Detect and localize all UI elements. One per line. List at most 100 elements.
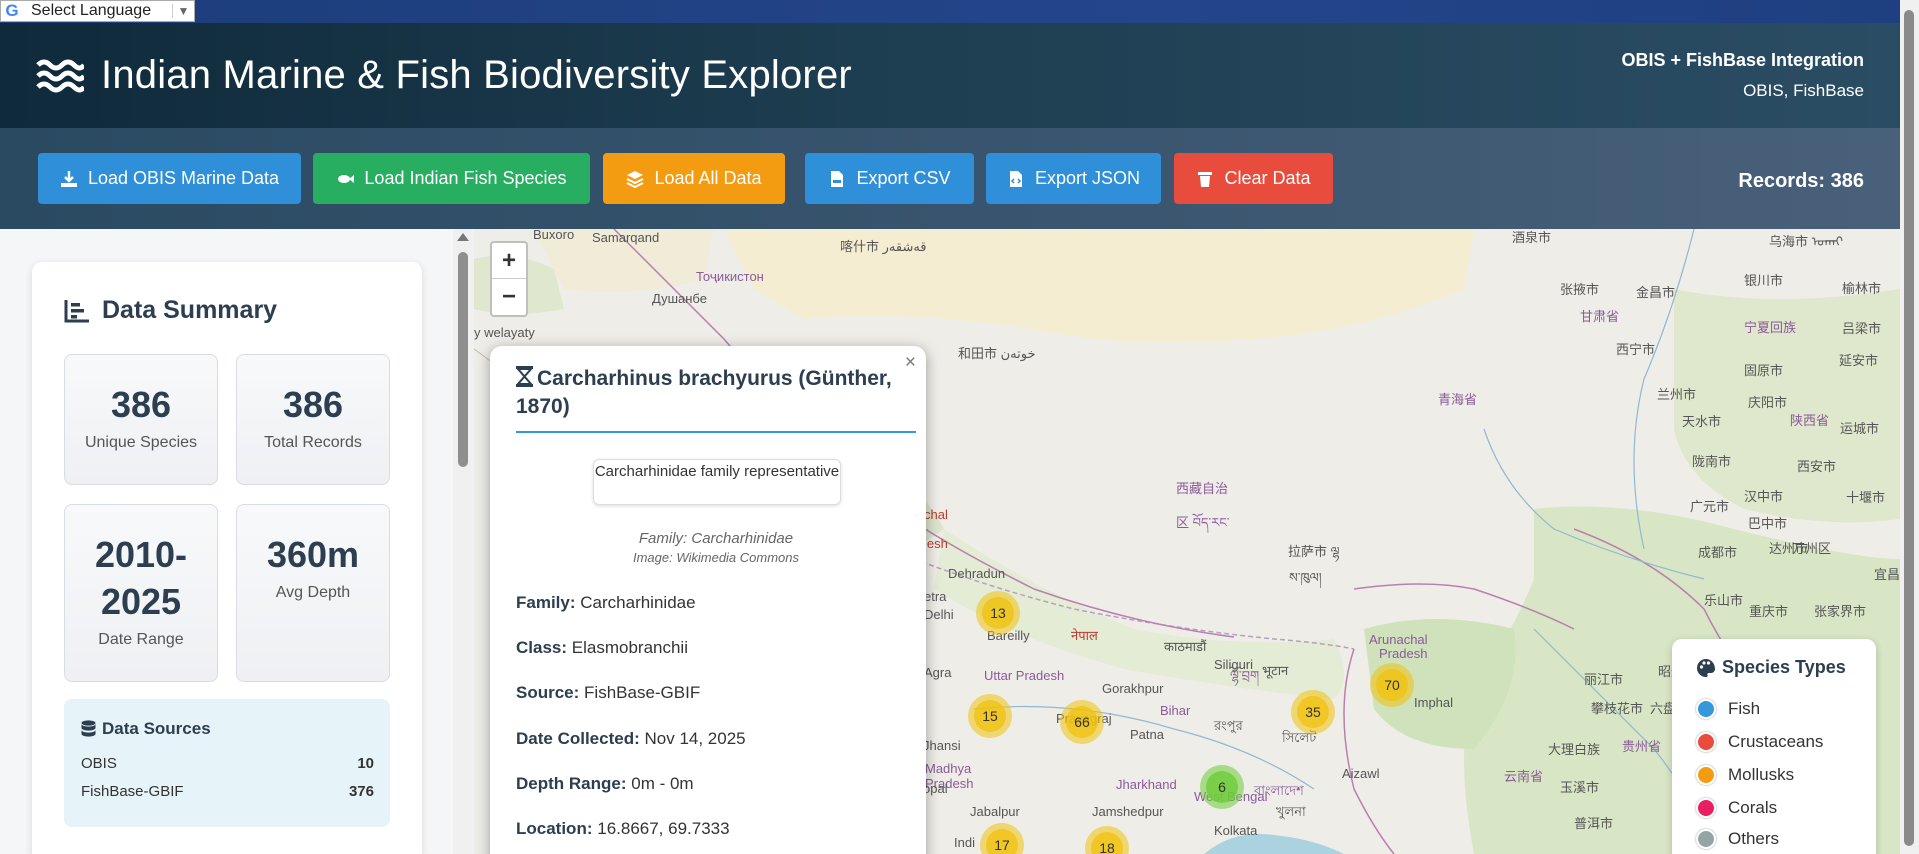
stat-total-records: 386 Total Records bbox=[236, 354, 390, 485]
cluster-count: 6 bbox=[1206, 771, 1238, 803]
popup-field-location: Location: 16.8667, 69.7333 bbox=[516, 819, 730, 839]
source-row-obis: OBIS 10 bbox=[81, 755, 374, 772]
data-sources-card: Data Sources OBIS 10 FishBase-GBIF 376 bbox=[64, 699, 390, 827]
field-value: 16.8667, 69.7333 bbox=[597, 819, 730, 838]
data-summary-heading: Data Summary bbox=[64, 296, 277, 325]
map-label: 陕西省 bbox=[1790, 413, 1830, 428]
page-scrollbar-thumb[interactable] bbox=[1904, 10, 1914, 846]
map-label: খুলনা bbox=[1276, 804, 1306, 819]
map-label: 天水市 bbox=[1682, 414, 1722, 429]
legend-item-crustaceans: Crustaceans bbox=[1696, 732, 1823, 752]
legend-dot bbox=[1696, 732, 1716, 752]
sources-label: OBIS, FishBase bbox=[1743, 81, 1864, 100]
legend-label: Crustaceans bbox=[1728, 732, 1824, 751]
map-cluster-marker[interactable]: 66 bbox=[1060, 700, 1104, 744]
cluster-count: 66 bbox=[1066, 706, 1098, 738]
map-label: ས་ཁུལ། bbox=[1289, 570, 1322, 585]
clear-data-button[interactable]: Clear Data bbox=[1174, 153, 1333, 204]
legend-title: Species Types bbox=[1722, 657, 1846, 677]
map-label: 成都市 bbox=[1698, 545, 1738, 560]
zoom-control: + − bbox=[490, 241, 528, 317]
species-name: Carcharhinus brachyurus (Günther, 1870) bbox=[516, 367, 892, 418]
map-label: 西藏自治 bbox=[1176, 481, 1229, 496]
stat-value: 386 bbox=[110, 384, 172, 425]
legend-dot bbox=[1696, 765, 1716, 785]
language-select[interactable]: G Select Language ▼ bbox=[0, 0, 195, 22]
map-label: काठमाडौं bbox=[1164, 639, 1207, 654]
source-name: FishBase-GBIF bbox=[81, 783, 184, 800]
map-label: Patna bbox=[1130, 727, 1164, 742]
data-summary-card: Data Summary 386 Unique Species 386 Tota… bbox=[32, 262, 422, 854]
chart-bar-icon bbox=[64, 299, 89, 322]
map-label: भूटान bbox=[1262, 663, 1289, 678]
field-label: Family: bbox=[516, 593, 576, 612]
google-logo-icon: G bbox=[5, 1, 19, 20]
palette-icon bbox=[1697, 658, 1715, 677]
map-label: 贵州省 bbox=[1622, 739, 1662, 754]
load-all-button[interactable]: Load All Data bbox=[603, 153, 785, 204]
map-label: 西宁市 bbox=[1616, 342, 1656, 357]
cluster-count: 70 bbox=[1376, 669, 1408, 701]
legend-item-corals: Corals bbox=[1696, 798, 1777, 818]
stat-value: 360m bbox=[266, 534, 360, 575]
map-label: 普洱市 bbox=[1574, 816, 1614, 831]
map-label: 银川市 bbox=[1744, 273, 1784, 288]
map-label: Buxoro bbox=[533, 229, 575, 242]
map-label: Jabalpur bbox=[970, 804, 1020, 819]
sidebar-scrollbar-thumb[interactable] bbox=[458, 252, 468, 467]
translate-bar bbox=[0, 0, 1919, 23]
map-label: 乐山市 bbox=[1704, 593, 1744, 608]
chevron-down-icon: ▼ bbox=[172, 4, 194, 18]
stat-unique-species: 386 Unique Species bbox=[64, 354, 218, 485]
export-json-button[interactable]: Export JSON bbox=[986, 153, 1161, 204]
map-cluster-marker[interactable]: 6 bbox=[1200, 765, 1244, 809]
map-cluster-marker[interactable]: 13 bbox=[976, 591, 1020, 635]
load-fish-label: Load Indian Fish Species bbox=[364, 168, 567, 188]
load-fish-button[interactable]: Load Indian Fish Species bbox=[313, 153, 590, 204]
map-label: Jhansi bbox=[923, 738, 961, 753]
map-label: 延安市 bbox=[1839, 353, 1879, 368]
map-label: 丽江市 bbox=[1584, 672, 1624, 687]
stat-label: Avg Depth bbox=[275, 584, 351, 601]
map-cluster-marker[interactable]: 35 bbox=[1291, 690, 1335, 734]
load-all-label: Load All Data bbox=[654, 168, 762, 188]
load-obis-button[interactable]: Load OBIS Marine Data bbox=[38, 153, 301, 204]
map-label: রংপুর bbox=[1214, 718, 1243, 733]
map-cluster-marker[interactable]: 70 bbox=[1370, 663, 1414, 707]
map-label: 重庆市 bbox=[1749, 604, 1789, 619]
legend-label: Mollusks bbox=[1728, 765, 1795, 784]
legend-label: Fish bbox=[1728, 699, 1761, 718]
map[interactable]: + − Buxoro Samarqand 喀什市 قەشقەر Тоҷикист… bbox=[474, 229, 1900, 854]
field-value: 0m - 0m bbox=[631, 774, 694, 793]
zoom-out-button[interactable]: − bbox=[492, 279, 526, 315]
records-count: Records: 386 bbox=[1738, 170, 1864, 192]
map-label: 巴中市 bbox=[1748, 516, 1788, 531]
clear-data-label: Clear Data bbox=[1224, 168, 1311, 188]
export-csv-button[interactable]: Export CSV bbox=[805, 153, 974, 204]
source-count: 10 bbox=[357, 755, 374, 772]
field-label: Location: bbox=[516, 819, 593, 838]
map-label: 金昌市 bbox=[1636, 285, 1676, 300]
map-label: 乌海市 ᠤᠬᠠᠢ bbox=[1769, 234, 1844, 249]
map-label: Aizawl bbox=[1342, 766, 1380, 781]
data-sources-title: Data Sources bbox=[102, 719, 211, 738]
file-code-icon bbox=[1009, 170, 1022, 187]
map-cluster-marker[interactable]: 15 bbox=[968, 694, 1012, 738]
export-csv-label: Export CSV bbox=[856, 168, 951, 188]
scroll-up-arrow-icon[interactable] bbox=[457, 233, 469, 241]
source-row-fishbase: FishBase-GBIF 376 bbox=[81, 783, 374, 800]
map-label: 吕梁市 bbox=[1842, 321, 1882, 336]
download-icon bbox=[60, 170, 77, 187]
map-label: 运城市 bbox=[1840, 421, 1880, 436]
toolbar: Load OBIS Marine Data Load Indian Fish S… bbox=[0, 128, 1900, 229]
map-label: 甘肃省 bbox=[1580, 309, 1620, 324]
cluster-count: 15 bbox=[974, 700, 1006, 732]
species-image: Carcharhinidae family representative bbox=[593, 459, 841, 505]
source-name: OBIS bbox=[81, 755, 117, 772]
data-summary-title: Data Summary bbox=[102, 296, 278, 324]
trash-icon bbox=[1198, 171, 1213, 187]
field-value: Carcharhinidae bbox=[580, 593, 696, 612]
legend-item-mollusks: Mollusks bbox=[1696, 765, 1794, 785]
zoom-in-button[interactable]: + bbox=[492, 243, 526, 279]
divider bbox=[516, 431, 916, 433]
